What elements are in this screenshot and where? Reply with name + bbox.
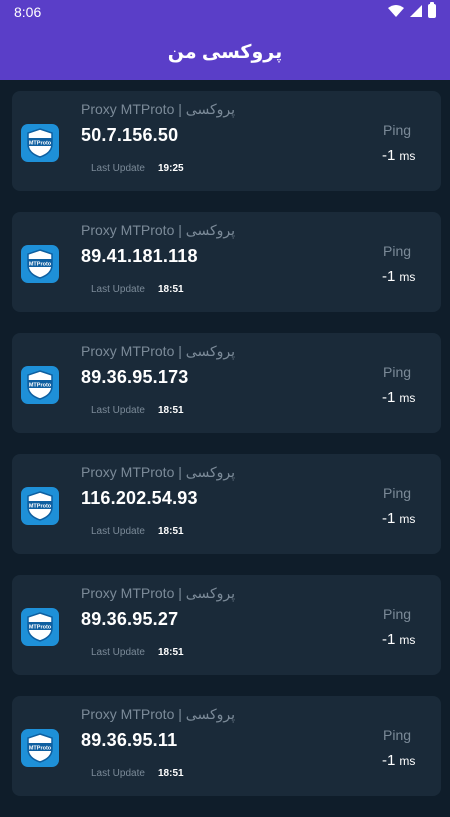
- ping-unit: ms: [399, 512, 416, 526]
- proxy-card[interactable]: MTProto Proxy MTProto | پروکسی 89.36.95.…: [12, 333, 441, 433]
- proxy-ip: 89.36.95.11: [81, 730, 178, 750]
- status-time: 8:06: [14, 4, 42, 20]
- ping-number: -1: [382, 631, 396, 648]
- mtproto-logo-icon: MTProto: [21, 608, 59, 646]
- signal-icon: [410, 5, 422, 17]
- ping-value: -1 ms: [382, 510, 415, 527]
- mtproto-logo-icon: MTProto: [21, 487, 59, 525]
- ping-value: -1 ms: [382, 631, 415, 648]
- ping-number: -1: [382, 752, 396, 769]
- proxy-type-label: Proxy MTProto | پروکسی: [81, 101, 235, 117]
- last-update-label: Last Update: [91, 768, 145, 779]
- ping-unit: ms: [399, 149, 416, 163]
- ping-number: -1: [382, 268, 396, 285]
- ping-label: Ping: [383, 606, 412, 622]
- battery-icon: [428, 2, 436, 18]
- proxy-card[interactable]: MTProto Proxy MTProto | پروکسی 89.36.95.…: [12, 696, 441, 796]
- last-update-label: Last Update: [91, 405, 145, 416]
- page-title: پروکسی من: [167, 41, 283, 63]
- logo-text: MTProto: [29, 141, 52, 147]
- proxy-type-label: Proxy MTProto | پروکسی: [81, 706, 235, 722]
- logo-text: MTProto: [29, 504, 52, 510]
- proxy-type-label: Proxy MTProto | پروکسی: [81, 585, 235, 601]
- logo-text: MTProto: [29, 746, 52, 752]
- last-update-time: 19:25: [158, 163, 184, 174]
- wifi-icon: [388, 5, 404, 17]
- ping-label: Ping: [383, 485, 412, 501]
- proxy-card[interactable]: MTProto Proxy MTProto | پروکسی 89.41.181…: [12, 212, 441, 312]
- ping-unit: ms: [399, 391, 416, 405]
- ping-value: -1 ms: [382, 268, 415, 285]
- proxy-type-label: Proxy MTProto | پروکسی: [81, 222, 235, 238]
- mtproto-logo-icon: MTProto: [21, 245, 59, 283]
- proxy-card[interactable]: MTProto Proxy MTProto | پروکسی 89.36.95.…: [12, 575, 441, 675]
- last-update-time: 18:51: [158, 768, 184, 779]
- mtproto-logo-icon: MTProto: [21, 366, 59, 404]
- proxy-ip: 50.7.156.50: [81, 125, 179, 145]
- last-update-time: 18:51: [158, 284, 184, 295]
- last-update-label: Last Update: [91, 163, 145, 174]
- proxy-card[interactable]: MTProto Proxy MTProto | پروکسی 116.202.5…: [12, 454, 441, 554]
- proxy-ip: 89.41.181.118: [81, 246, 198, 266]
- status-icons: [388, 2, 436, 18]
- ping-unit: ms: [399, 270, 416, 284]
- proxy-ip: 89.36.95.173: [81, 367, 189, 387]
- ping-value: -1 ms: [382, 752, 415, 769]
- ping-value: -1 ms: [382, 147, 415, 164]
- ping-number: -1: [382, 389, 396, 406]
- ping-label: Ping: [383, 364, 412, 380]
- mtproto-logo-icon: MTProto: [21, 729, 59, 767]
- ping-label: Ping: [383, 727, 412, 743]
- proxy-type-label: Proxy MTProto | پروکسی: [81, 464, 235, 480]
- last-update-time: 18:51: [158, 647, 184, 658]
- proxy-ip: 89.36.95.27: [81, 609, 179, 629]
- mtproto-logo-icon: MTProto: [21, 124, 59, 162]
- status-bar: 8:06: [0, 0, 450, 24]
- proxy-type-label: Proxy MTProto | پروکسی: [81, 343, 235, 359]
- logo-text: MTProto: [29, 625, 52, 631]
- logo-text: MTProto: [29, 262, 52, 268]
- ping-label: Ping: [383, 122, 412, 138]
- last-update-label: Last Update: [91, 526, 145, 537]
- proxy-list: MTProto Proxy MTProto | پروکسی 50.7.156.…: [12, 91, 441, 817]
- ping-number: -1: [382, 147, 396, 164]
- ping-number: -1: [382, 510, 396, 527]
- last-update-time: 18:51: [158, 405, 184, 416]
- app-bar: پروکسی من: [0, 24, 450, 80]
- last-update-time: 18:51: [158, 526, 184, 537]
- last-update-label: Last Update: [91, 284, 145, 295]
- proxy-card[interactable]: MTProto Proxy MTProto | پروکسی 50.7.156.…: [12, 91, 441, 191]
- proxy-ip: 116.202.54.93: [81, 488, 198, 508]
- ping-unit: ms: [399, 633, 416, 647]
- last-update-label: Last Update: [91, 647, 145, 658]
- logo-text: MTProto: [29, 383, 52, 389]
- ping-label: Ping: [383, 243, 412, 259]
- ping-unit: ms: [399, 754, 416, 768]
- ping-value: -1 ms: [382, 389, 415, 406]
